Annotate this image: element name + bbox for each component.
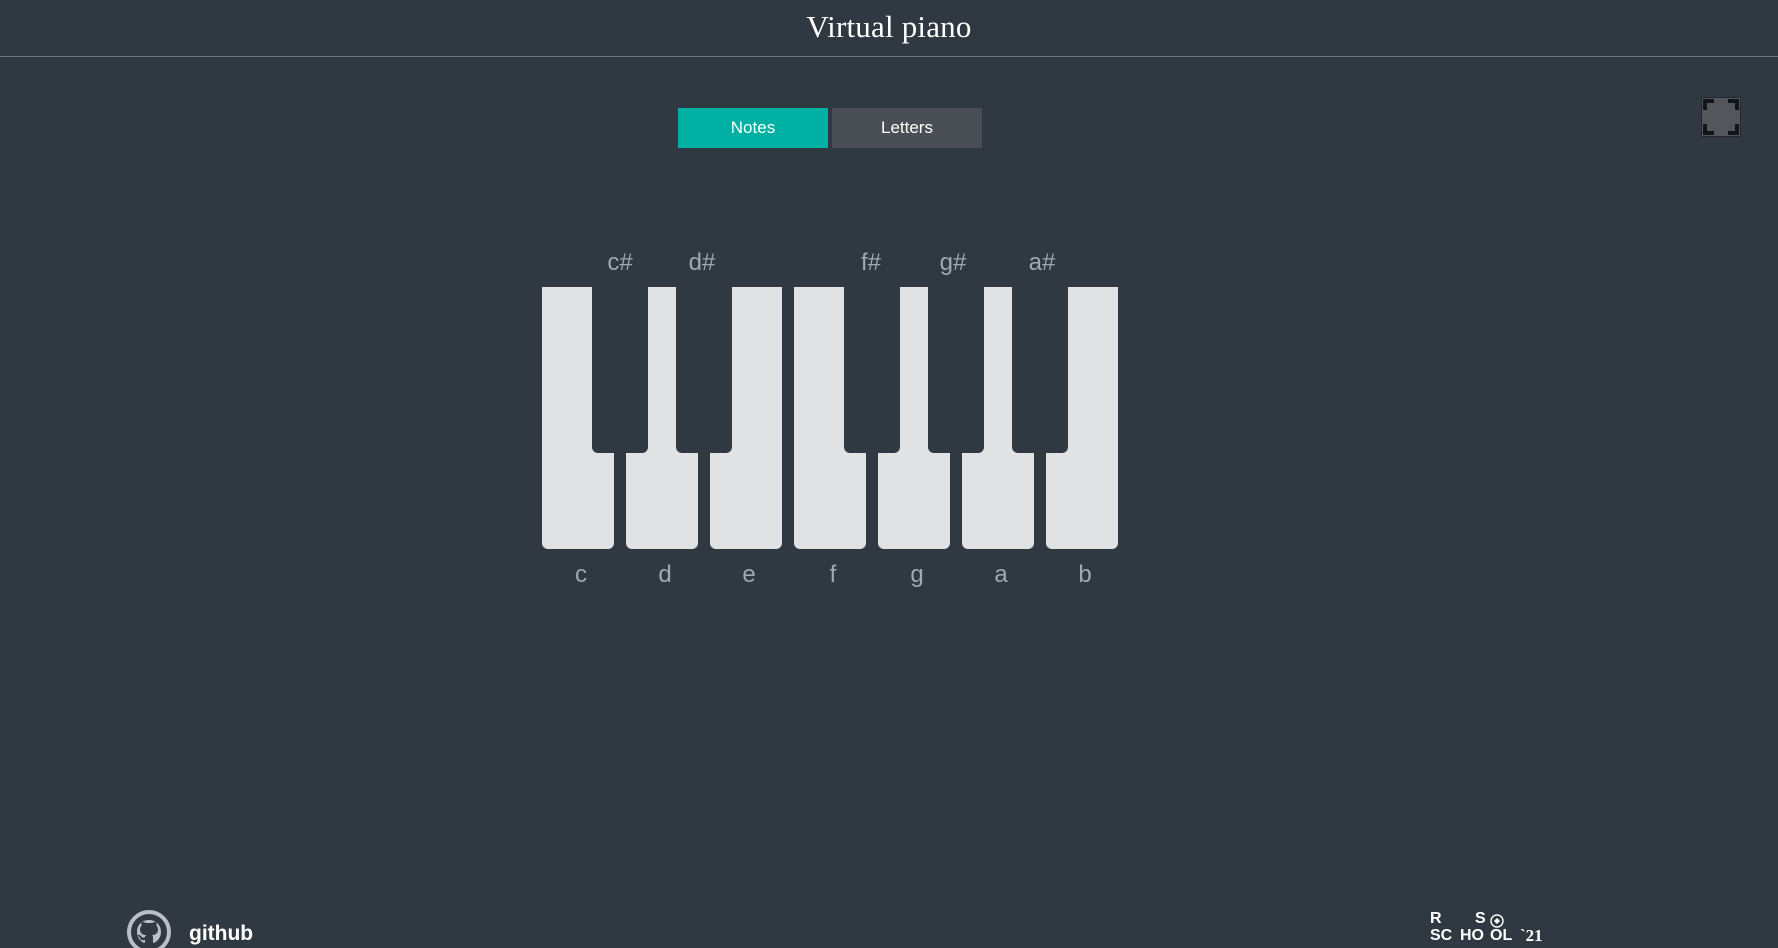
fullscreen-icon	[1703, 99, 1739, 135]
rs-school-logo[interactable]: R S SC HO OL `21	[1430, 910, 1560, 948]
note-label-d: d	[658, 561, 672, 588]
page-title: Virtual piano	[806, 9, 972, 44]
sharp-label-f: f#	[860, 249, 881, 276]
svg-text:OL: OL	[1490, 927, 1512, 944]
sharp-label-g: g#	[939, 249, 967, 276]
letters-button[interactable]: Letters	[832, 108, 982, 148]
svg-text:R: R	[1430, 910, 1442, 927]
mode-switch: Notes Letters	[678, 108, 982, 148]
fullscreen-button[interactable]	[1701, 97, 1741, 137]
piano-key-a-sharp[interactable]	[1012, 287, 1068, 453]
note-label-f: f	[829, 561, 837, 588]
sharp-label-d: d#	[688, 249, 716, 276]
piano-key-g-sharp[interactable]	[928, 287, 984, 453]
school-year: `21	[1520, 926, 1543, 945]
notes-button[interactable]: Notes	[678, 108, 828, 148]
piano-key-d-sharp[interactable]	[676, 287, 732, 453]
sharp-label-c: c#	[607, 249, 633, 276]
github-link[interactable]: github	[127, 910, 277, 948]
sharp-label-a: a#	[1028, 249, 1056, 276]
note-label-a: a	[994, 561, 1008, 588]
note-label-b: b	[1078, 561, 1092, 588]
github-icon	[127, 910, 171, 948]
note-label-c: c	[575, 561, 587, 588]
svg-text:SC: SC	[1430, 927, 1453, 944]
header: Virtual piano	[0, 0, 1778, 57]
svg-text:S: S	[1475, 910, 1486, 927]
piano-key-f-sharp[interactable]	[844, 287, 900, 453]
note-label-e: e	[742, 561, 756, 588]
rs-school-logo-image: R S SC HO OL `21	[1430, 910, 1543, 945]
svg-text:HO: HO	[1460, 927, 1484, 944]
note-label-g: g	[910, 561, 924, 588]
piano-key-c-sharp[interactable]	[592, 287, 648, 453]
github-label: github	[189, 922, 254, 945]
